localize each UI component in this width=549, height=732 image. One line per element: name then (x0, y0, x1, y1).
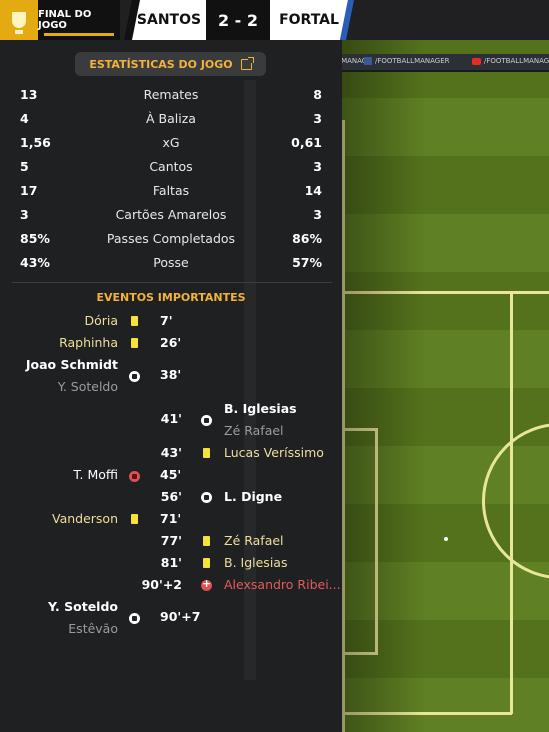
match-header: FINAL DO JOGO SANTOS 2 - 2 FORTAL (0, 0, 549, 40)
yellow-card-icon (131, 514, 138, 524)
event-player[interactable]: B. Iglesias (224, 555, 287, 570)
event-minute: 45' (160, 467, 182, 482)
event-player[interactable]: Vanderson (52, 511, 118, 526)
stat-away-value: 8 (313, 87, 322, 102)
event-minute: 71' (160, 511, 182, 526)
yellow-card-icon (131, 338, 138, 348)
divider (12, 282, 332, 283)
event-player[interactable]: Lucas Veríssimo (224, 445, 324, 460)
stat-row: Remates 13 8 (0, 87, 342, 111)
missed-penalty-icon (201, 577, 212, 591)
stat-name: Cantos (149, 159, 193, 174)
stat-name: Passes Completados (106, 231, 236, 246)
event-player[interactable]: Alexsandro Ribei... (224, 577, 341, 592)
goal-ball-icon (201, 492, 212, 503)
match-stage: FINAL DO JOGO (38, 0, 120, 40)
event-player[interactable]: Zé Rafael (224, 533, 284, 548)
stat-home-value: 5 (20, 159, 29, 174)
key-events-title: EVENTOS IMPORTANTES (96, 291, 246, 304)
yellow-card-icon (203, 558, 210, 568)
stat-home-value: 43% (20, 255, 50, 270)
match-stats-title: ESTATÍSTICAS DO JOGO (89, 57, 233, 71)
event-player[interactable]: Y. Soteldo (48, 599, 118, 614)
event-minute: 81' (160, 555, 182, 570)
event-minute: 90'+7 (160, 609, 201, 624)
event-minute: 43' (160, 445, 182, 460)
stat-name: À Baliza (146, 111, 196, 126)
stat-row: xG 1,56 0,61 (0, 135, 342, 159)
goal-ball-icon (129, 613, 140, 624)
pitch-view (342, 40, 549, 732)
ad-facebook: /FOOTBALLMANAGER (364, 57, 450, 65)
home-team-name[interactable]: SANTOS (132, 0, 206, 40)
ad-youtube: /FOOTBALLMANAGE (472, 57, 549, 65)
event-assist[interactable]: Estêvão (68, 621, 118, 636)
yellow-card-icon (203, 448, 210, 458)
event-minute: 77' (160, 533, 182, 548)
event-player[interactable]: Joao Schmidt (26, 357, 118, 372)
competition-badge[interactable] (0, 0, 38, 40)
stat-home-value: 4 (20, 111, 29, 126)
stat-away-value: 3 (313, 111, 322, 126)
stat-away-value: 57% (292, 255, 322, 270)
ad-text: /FOOTBALLMANAGER (375, 57, 450, 65)
trophy-icon (12, 12, 26, 34)
match-stats-button[interactable]: ESTATÍSTICAS DO JOGO (75, 52, 266, 76)
goal-ball-icon (129, 371, 140, 382)
event-minute: 26' (160, 335, 182, 350)
yellow-card-icon (131, 316, 138, 326)
stat-home-value: 17 (20, 183, 38, 198)
away-team-name[interactable]: FORTAL (270, 0, 348, 40)
ad-text: /FOOTBALLMANAGE (484, 57, 549, 65)
event-assist[interactable]: Y. Soteldo (58, 379, 118, 394)
match-stage-label: FINAL DO JOGO (38, 9, 92, 31)
event-minute: 56' (160, 489, 182, 504)
stat-row: Passes Completados 85% 86% (0, 231, 342, 255)
stat-home-value: 3 (20, 207, 29, 222)
score: 2 - 2 (206, 0, 270, 40)
stat-home-value: 85% (20, 231, 50, 246)
stat-name: Faltas (152, 183, 190, 198)
own-goal-icon (129, 471, 140, 482)
facebook-icon (364, 57, 372, 65)
goal-ball-icon (201, 415, 212, 426)
popout-icon (240, 56, 254, 70)
event-minute: 38' (160, 367, 182, 382)
pitch-shade (342, 40, 549, 732)
stat-away-value: 0,61 (291, 135, 322, 150)
match-progress-bar (44, 33, 114, 36)
stat-name: Remates (143, 87, 199, 102)
stat-home-value: 13 (20, 87, 38, 102)
stat-row: Cantos 5 3 (0, 159, 342, 183)
event-minute: 90'+2 (141, 577, 182, 592)
event-player[interactable]: B. Iglesias (224, 401, 297, 416)
event-minute: 7' (160, 313, 173, 328)
event-assist[interactable]: Zé Rafael (224, 423, 284, 438)
event-player[interactable]: T. Moffi (73, 467, 118, 482)
stat-row: Faltas 17 14 (0, 183, 342, 207)
stat-home-value: 1,56 (20, 135, 51, 150)
stat-name: Cartões Amarelos (115, 207, 227, 222)
stat-name: Posse (153, 255, 189, 270)
stat-away-value: 14 (304, 183, 322, 198)
yellow-card-icon (203, 536, 210, 546)
stat-away-value: 3 (313, 207, 322, 222)
stat-row: Posse 43% 57% (0, 255, 342, 279)
event-player[interactable]: L. Digne (224, 489, 282, 504)
stat-row: À Baliza 4 3 (0, 111, 342, 135)
stat-row: Cartões Amarelos 3 3 (0, 207, 342, 231)
event-minute: 41' (160, 411, 182, 426)
youtube-icon (472, 57, 481, 65)
match-stats-panel: ESTATÍSTICAS DO JOGO Remates 13 8 À Baliza… (0, 40, 342, 732)
stat-away-value: 86% (292, 231, 322, 246)
adboard: /FOOTBALLMANAGE /FOOTBALLMANAGER /FOOTBA… (302, 54, 549, 72)
event-player[interactable]: Raphinha (59, 335, 118, 350)
event-player[interactable]: Dória (84, 313, 118, 328)
stat-away-value: 3 (313, 159, 322, 174)
